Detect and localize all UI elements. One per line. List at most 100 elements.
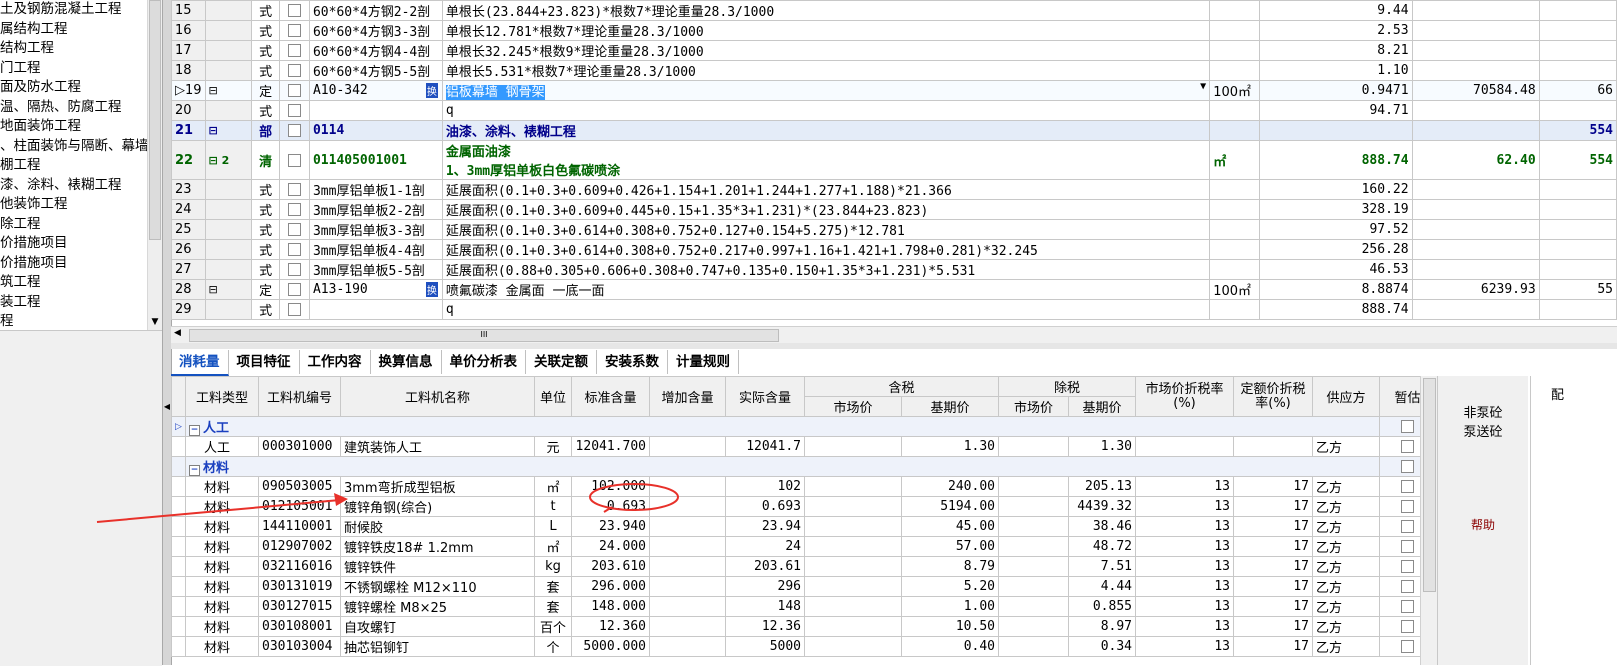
quota-row[interactable]: 24 式 3mm厚铝单板2-2剖 延展面积(0.1+0.3+0.609+0.445+0… [171,199,1617,220]
resource-row[interactable]: 材料 030131019 不锈钢螺栓 M12×110 套 296.000 296 5.20 4… [171,576,1436,597]
row-qty[interactable]: 46.53 [1259,259,1413,280]
row-name[interactable]: 单根长5.531*根数7*理论重量28.3/1000 [441,60,1211,81]
resource-group-row[interactable]: ▷ − 人工 [171,416,1436,437]
temp-checkbox[interactable] [1401,420,1414,433]
quota-row[interactable]: 16 式 60*60*4方钢3-3剖 单根长12.781*根数7*理论重量28.3/1… [171,20,1617,41]
pump-concrete-button[interactable]: 泵送砼 [1438,421,1528,440]
resource-actual[interactable]: 12.36 [725,616,805,637]
quota-row[interactable]: ▷19 ⊟ 定 A10-342 换铝板幕墙 钢骨架 ▼ 100㎡ 0.9471 70584.48… [171,80,1617,101]
collapse-arrow-icon[interactable]: ◀ [163,402,171,411]
quota-row[interactable]: 27 式 3mm厚铝单板5-5剖 延展面积(0.88+0.305+0.606+0.30… [171,259,1617,280]
row-name[interactable]: 延展面积(0.1+0.3+0.614+0.308+0.752+0.217+0.9… [441,239,1211,260]
row-check-cell[interactable] [279,120,310,141]
row-check-cell[interactable] [279,219,310,240]
tree-item[interactable]: 、柱面装饰与隔断、幕墙 [0,137,162,157]
resource-rate1[interactable]: 13 [1135,636,1234,657]
resource-base2[interactable]: 1.30 [1068,436,1136,457]
resource-base[interactable]: 5194.00 [901,496,999,517]
resource-supplier[interactable]: 乙方 [1312,476,1380,497]
quota-row[interactable]: 28 ⊟ 定 A13-190 换喷氟碳漆 金属面 一底一面 100㎡ 8.8874 6239.… [171,279,1617,300]
horizontal-scrollbar[interactable]: ◀ III [171,326,1617,343]
row-checkbox[interactable] [288,124,302,137]
resource-market2[interactable] [998,636,1069,657]
row-qty[interactable]: 888.74 [1259,299,1413,320]
temp-checkbox[interactable] [1401,440,1414,453]
resource-add[interactable] [649,576,726,597]
tab-1[interactable]: 项目特征 [229,350,300,374]
resource-market[interactable] [804,516,902,537]
resource-supplier[interactable]: 乙方 [1312,536,1380,557]
tab-6[interactable]: 安装系数 [597,350,668,374]
resource-std[interactable]: 24.000 [571,536,650,557]
resource-base[interactable]: 1.00 [901,596,999,617]
temp-checkbox[interactable] [1401,460,1414,473]
resource-add[interactable] [649,556,726,577]
resource-base2[interactable]: 0.855 [1068,596,1136,617]
row-checkbox[interactable] [288,223,302,236]
row-qty[interactable]: 2.53 [1259,20,1413,41]
row-name[interactable]: 单根长12.781*根数7*理论重量28.3/1000 [441,20,1211,41]
resource-std[interactable]: 5000.000 [571,636,650,657]
tree-item[interactable]: 价措施项目 [0,254,162,274]
tab-5[interactable]: 关联定额 [526,350,597,374]
resource-add[interactable] [649,536,726,557]
group-label-cell[interactable]: − 人工 [185,416,1380,437]
tree-item[interactable]: 温、隔热、防腐工程 [0,98,162,118]
resource-base2[interactable]: 4439.32 [1068,496,1136,517]
scroll-down-icon[interactable]: ▼ [149,316,161,328]
row-check-cell[interactable] [279,20,310,41]
resource-add[interactable] [649,596,726,617]
row-checkbox[interactable] [288,104,302,117]
tab-0[interactable]: 消耗量 [171,350,229,376]
temp-checkbox[interactable] [1401,560,1414,573]
resource-row[interactable]: 材料 030103004 抽芯铝铆钉个 5000.000 5000 0.40 0.34 13 1… [171,636,1436,657]
resource-row[interactable]: 材料 090503005 3mm弯折成型铝板㎡ 102.000 102 240.00 205… [171,476,1436,497]
resource-supplier[interactable]: 乙方 [1312,516,1380,537]
resource-row[interactable]: 人工 000301000 建筑装饰人工元 12041.700 12041.7 1.30 1.… [171,436,1436,457]
row-code[interactable] [308,100,443,121]
row-expander[interactable] [204,100,253,121]
quota-row[interactable]: 26 式 3mm厚铝单板4-4剖 延展面积(0.1+0.3+0.614+0.308+0… [171,239,1617,260]
row-expander[interactable] [204,199,253,220]
quota-row[interactable]: 22 ⊟ 2 清 011405001001 金属面油漆 1、3mm厚铝单板白色氟碳喷涂 ㎡ 8… [171,140,1617,180]
tree-item[interactable]: 装工程 [0,293,162,313]
resource-market[interactable] [804,476,902,497]
resource-row[interactable]: 材料 012105001 镀锌角钢(综合) t 0.693 0.693 5194.00 443… [171,496,1436,517]
resource-market[interactable] [804,596,902,617]
tree-item[interactable]: 结构工程 [0,39,162,59]
resource-market2[interactable] [998,476,1069,497]
collapse-icon[interactable]: − [189,465,200,476]
tree-item[interactable]: 门工程 [0,59,162,79]
resource-rate1[interactable]: 13 [1135,576,1234,597]
resource-std[interactable]: 296.000 [571,576,650,597]
resource-market2[interactable] [998,596,1069,617]
resource-actual[interactable]: 5000 [725,636,805,657]
row-checkbox[interactable] [288,84,302,97]
resource-rate2[interactable]: 17 [1233,516,1313,537]
row-check-cell[interactable] [279,140,310,180]
row-name[interactable]: 延展面积(0.1+0.3+0.614+0.308+0.752+0.127+0.1… [441,219,1211,240]
resource-supplier[interactable]: 乙方 [1312,636,1380,657]
row-code[interactable]: 60*60*4方钢2-2剖 [308,0,443,21]
resource-std[interactable]: 12041.700 [571,436,650,457]
non-pump-concrete-button[interactable]: 非泵砼 [1438,402,1528,421]
row-check-cell[interactable] [279,299,310,320]
row-code[interactable]: 60*60*4方钢3-3剖 [308,20,443,41]
row-check-cell[interactable] [279,199,310,220]
row-name[interactable]: 铝板幕墙 钢骨架 ▼ [441,80,1211,101]
resource-rate2[interactable]: 17 [1233,636,1313,657]
resource-market[interactable] [804,636,902,657]
row-expander[interactable] [204,259,253,280]
resource-supplier[interactable]: 乙方 [1312,496,1380,517]
row-qty[interactable]: 8.8874 [1259,279,1413,300]
row-checkbox[interactable] [288,153,302,167]
row-qty[interactable] [1259,120,1413,141]
tree-item[interactable]: 地面装饰工程 [0,117,162,137]
tree-item[interactable]: 棚工程 [0,156,162,176]
resource-actual[interactable]: 148 [725,596,805,617]
row-expander[interactable]: ⊟ [204,279,253,300]
row-name[interactable]: 单根长32.245*根数9*理论重量28.3/1000 [441,40,1211,61]
resource-rate2[interactable]: 17 [1233,576,1313,597]
row-qty[interactable]: 94.71 [1259,100,1413,121]
resource-std[interactable]: 148.000 [571,596,650,617]
